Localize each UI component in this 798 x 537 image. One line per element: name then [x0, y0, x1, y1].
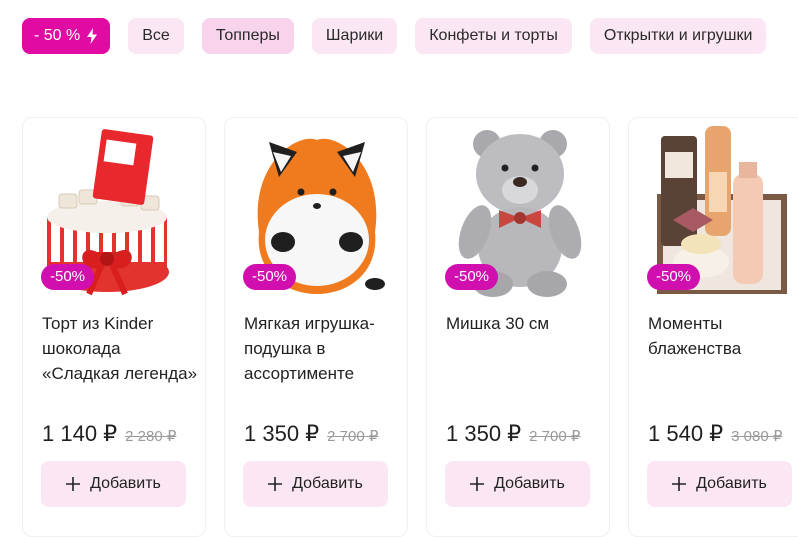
discount-badge: -50%	[647, 264, 701, 290]
product-title[interactable]: Мягкая игрушка-подушка в ассортименте	[244, 311, 404, 386]
old-price: 2 700 ₽	[529, 428, 581, 445]
product-card[interactable]: -50% Мишка 30 см 1 350 ₽ 2 700 ₽ Добавит…	[426, 117, 610, 537]
discount-badge: -50%	[243, 264, 297, 290]
current-price: 1 540 ₽	[648, 421, 724, 446]
discount-badge: -50%	[41, 264, 95, 290]
product-title[interactable]: Моменты блаженства	[648, 311, 798, 361]
add-to-cart-button[interactable]: Добавить	[647, 461, 792, 507]
price-block: 1 140 ₽ 2 280 ₽	[42, 421, 176, 447]
add-button-label: Добавить	[696, 475, 767, 492]
current-price: 1 350 ₽	[244, 421, 320, 446]
plus-icon	[268, 477, 283, 491]
plus-icon	[672, 477, 687, 491]
plus-icon	[66, 477, 81, 491]
price-block: 1 540 ₽ 3 080 ₽	[648, 421, 782, 447]
filter-all[interactable]: Все	[128, 18, 184, 54]
old-price: 3 080 ₽	[731, 428, 783, 445]
add-button-label: Добавить	[494, 475, 565, 492]
old-price: 2 700 ₽	[327, 428, 379, 445]
product-list: -50% Торт из Kinder шоколада «Сладкая ле…	[22, 117, 798, 537]
add-to-cart-button[interactable]: Добавить	[243, 461, 388, 507]
price-block: 1 350 ₽ 2 700 ₽	[244, 421, 378, 447]
filter-toppers[interactable]: Топперы	[201, 18, 294, 54]
add-to-cart-button[interactable]: Добавить	[445, 461, 590, 507]
category-filters: - 50 % Все Топперы Шарики Конфеты и торт…	[22, 18, 767, 54]
filter-sale-label: - 50 %	[34, 27, 81, 44]
product-card[interactable]: -50% Торт из Kinder шоколада «Сладкая ле…	[22, 117, 206, 537]
product-card[interactable]: -50% Моменты блаженства 1 540 ₽ 3 080 ₽ …	[628, 117, 798, 537]
filter-candy-cakes[interactable]: Конфеты и торты	[415, 18, 572, 54]
filter-balloons[interactable]: Шарики	[311, 18, 398, 54]
old-price: 2 280 ₽	[125, 428, 177, 445]
add-to-cart-button[interactable]: Добавить	[41, 461, 186, 507]
add-button-label: Добавить	[90, 475, 161, 492]
product-card[interactable]: -50% Мягкая игрушка-подушка в ассортимен…	[224, 117, 408, 537]
add-button-label: Добавить	[292, 475, 363, 492]
filter-sale-50[interactable]: - 50 %	[22, 18, 111, 54]
product-title[interactable]: Торт из Kinder шоколада «Сладкая легенда…	[42, 311, 202, 386]
current-price: 1 140 ₽	[42, 421, 118, 446]
current-price: 1 350 ₽	[446, 421, 522, 446]
plus-icon	[470, 477, 485, 491]
discount-badge: -50%	[445, 264, 499, 290]
product-title[interactable]: Мишка 30 см	[446, 311, 606, 336]
lightning-icon	[87, 28, 98, 44]
price-block: 1 350 ₽ 2 700 ₽	[446, 421, 580, 447]
filter-cards-toys[interactable]: Открытки и игрушки	[589, 18, 767, 54]
